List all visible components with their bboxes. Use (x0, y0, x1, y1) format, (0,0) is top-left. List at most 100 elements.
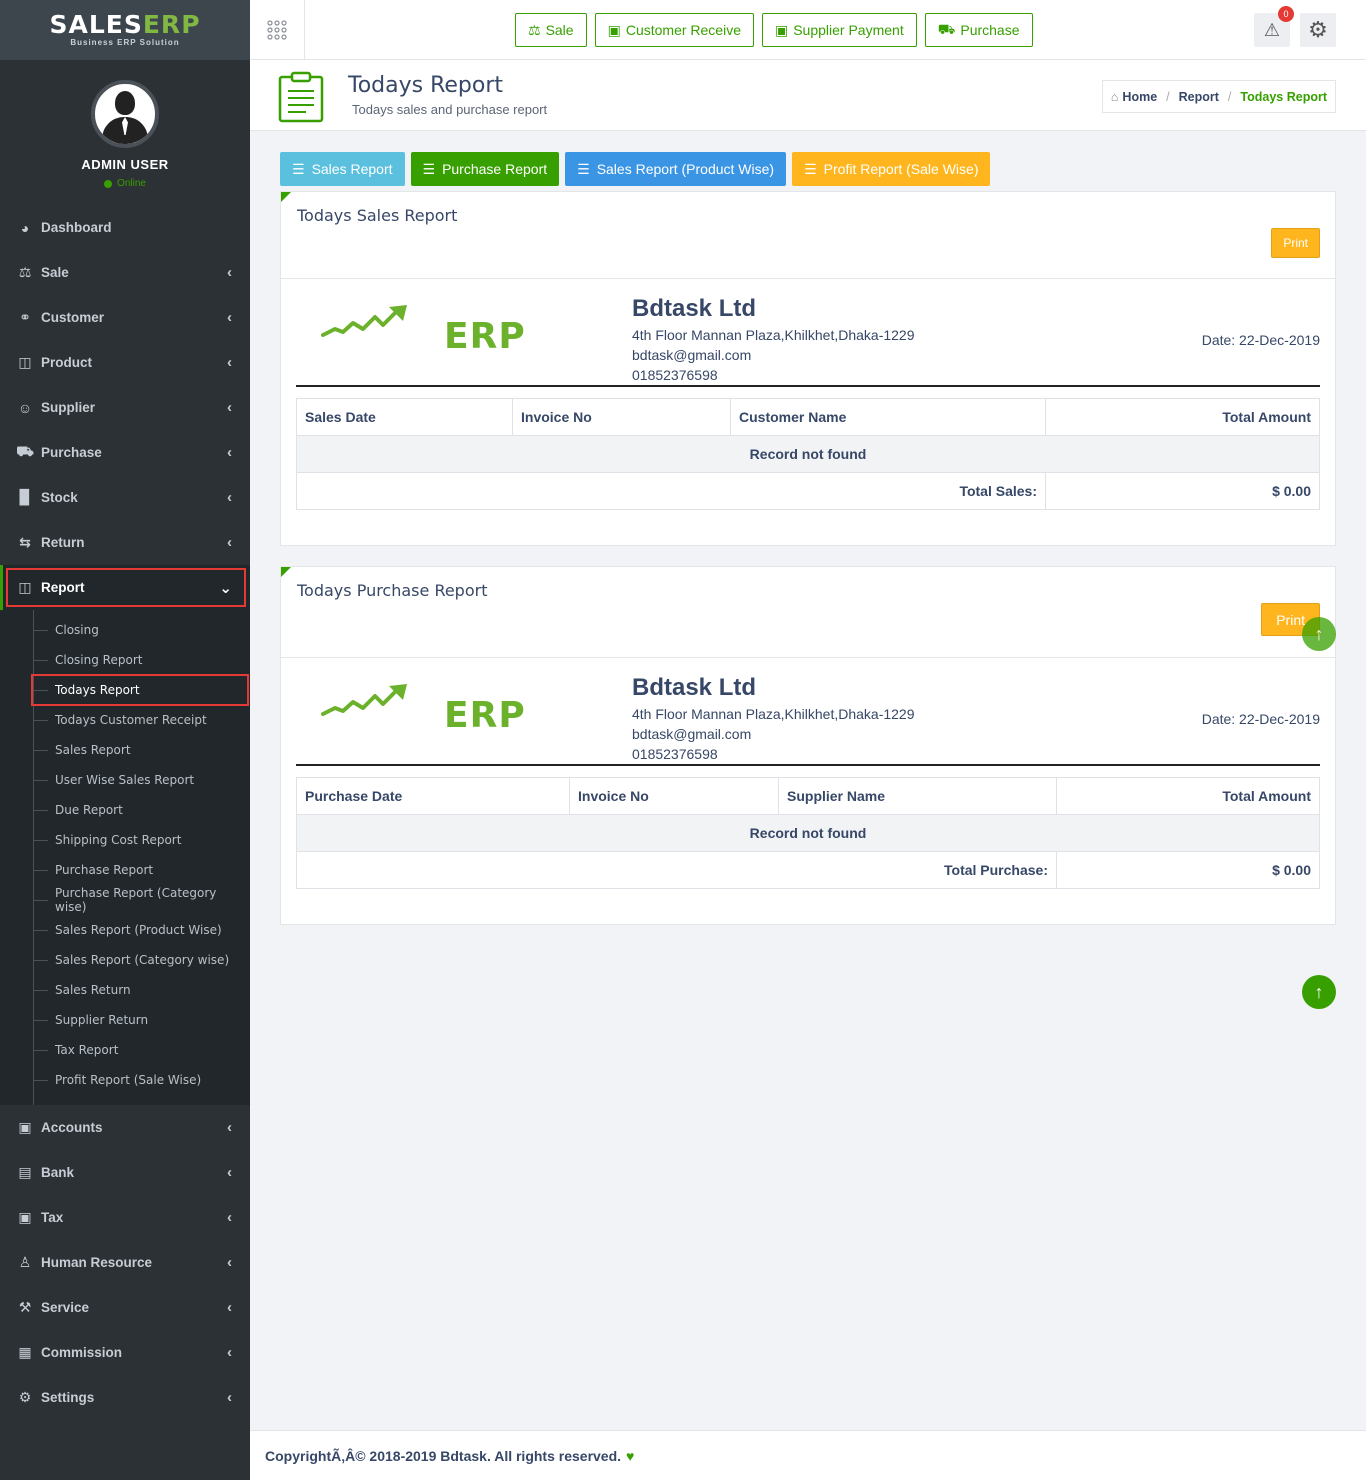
sidebar-item-bank[interactable]: ▤ Bank ‹ (0, 1150, 250, 1195)
company-logo: ERP (444, 695, 526, 736)
quick-supplier-payment-button[interactable]: ▣ Supplier Payment (761, 13, 917, 47)
sidebar-item-product[interactable]: ◫ Product ‹ (0, 340, 250, 385)
clipboard-icon (278, 71, 324, 123)
sidebar-item-purchase[interactable]: ⛟ Purchase ‹ (0, 430, 250, 475)
total-value: $ 0.00 (1045, 472, 1320, 510)
wrench-icon: ⚒ (18, 1299, 32, 1315)
table-total-row: Total Sales: $ 0.00 (296, 472, 1320, 510)
cart-icon: ⛟ (16, 443, 34, 459)
submenu-item-purchase-report-category[interactable]: Purchase Report (Category wise) (0, 885, 250, 915)
grid-icon: ▦ (18, 1344, 32, 1360)
company-header: ERP Bdtask Ltd 4th Floor Mannan Plaza,Kh… (296, 279, 1320, 387)
sidebar-item-stock[interactable]: ▉ Stock ‹ (0, 475, 250, 520)
chevron-left-icon: ‹ (227, 264, 232, 281)
sidebar-item-sale[interactable]: ⚖ Sale ‹ (0, 250, 250, 295)
profit-report-sale-wise-button[interactable]: ☰ Profit Report (Sale Wise) (792, 152, 991, 186)
sidebar-item-dashboard[interactable]: ◕ Dashboard (0, 205, 250, 250)
submenu-item-sales-report[interactable]: Sales Report (0, 735, 250, 765)
sales-report-button[interactable]: ☰ Sales Report (280, 152, 405, 186)
sidebar-toggle-grid-icon[interactable] (250, 0, 305, 60)
empty-message: Record not found (296, 435, 1320, 473)
sidebar-item-service[interactable]: ⚒ Service ‹ (0, 1285, 250, 1330)
submenu-item-profit-report[interactable]: Profit Report (Sale Wise) (0, 1065, 250, 1095)
sidebar-item-report[interactable]: ◫ Report ⌄ (0, 565, 250, 610)
submenu-item-closing-report[interactable]: Closing Report (0, 645, 250, 675)
sidebar-menu-lower: ▣ Accounts ‹ ▤ Bank ‹ ▣ Tax ‹ ♙ Human Resource ‹… (0, 1105, 250, 1420)
breadcrumb-report[interactable]: Report (1179, 90, 1219, 104)
bank-icon: ▤ (18, 1164, 32, 1180)
breadcrumb-home[interactable]: Home (1122, 90, 1157, 104)
chevron-left-icon: ‹ (227, 1344, 232, 1361)
table-total-row: Total Purchase: $ 0.00 (296, 851, 1320, 889)
money-icon: ▣ (18, 1209, 32, 1225)
company-email: bdtask@gmail.com (632, 347, 752, 363)
submenu-item-due-report[interactable]: Due Report (0, 795, 250, 825)
quick-customer-receive-button[interactable]: ▣ Customer Receive (594, 13, 754, 47)
settings-button[interactable]: ⚙ (1300, 13, 1336, 47)
list-icon: ☰ (804, 160, 817, 177)
submenu-item-sales-report-category[interactable]: Sales Report (Category wise) (0, 945, 250, 975)
company-header: ERP Bdtask Ltd 4th Floor Mannan Plaza,Kh… (296, 658, 1320, 766)
scroll-top-button[interactable]: ↑ (1302, 617, 1336, 651)
submenu-item-user-wise-sales-report[interactable]: User Wise Sales Report (0, 765, 250, 795)
sidebar-item-return[interactable]: ⇆ Return ‹ (0, 520, 250, 565)
todays-sales-panel: Todays Sales Report Print ERP Bdtask Ltd… (280, 191, 1336, 546)
chevron-left-icon: ‹ (227, 1389, 232, 1406)
sidebar-item-customer[interactable]: ⚭ Customer ‹ (0, 295, 250, 340)
page-header: Todays Report Todays sales and purchase … (250, 60, 1366, 131)
submenu-item-tax-report[interactable]: Tax Report (0, 1035, 250, 1065)
cart-icon: ⛟ (937, 20, 956, 37)
submenu-item-sales-return[interactable]: Sales Return (0, 975, 250, 1005)
sidebar-item-commission[interactable]: ▦ Commission ‹ (0, 1330, 250, 1375)
submenu-item-todays-customer-receipt[interactable]: Todays Customer Receipt (0, 705, 250, 735)
column-header: Customer Name (730, 398, 1046, 436)
chevron-left-icon: ‹ (227, 444, 232, 461)
submenu-item-shipping-cost-report[interactable]: Shipping Cost Report (0, 825, 250, 855)
notification-button[interactable]: ⚠ 0 (1254, 6, 1294, 47)
growth-chart-icon (321, 305, 407, 337)
todays-purchase-panel: Todays Purchase Report Print ERP Bdtask … (280, 566, 1336, 925)
gear-icon: ⚙ (18, 1389, 32, 1405)
quick-purchase-button[interactable]: ⛟ Purchase (924, 13, 1033, 47)
arrow-up-icon: ↑ (1314, 623, 1324, 644)
chevron-left-icon: ‹ (227, 1164, 232, 1181)
logo-text: SALESERP (49, 10, 201, 39)
dashboard-icon: ◕ (20, 219, 30, 236)
sidebar-item-tax[interactable]: ▣ Tax ‹ (0, 1195, 250, 1240)
heart-icon: ♥ (626, 1447, 635, 1464)
sidebar-item-human-resource[interactable]: ♙ Human Resource ‹ (0, 1240, 250, 1285)
user-icon: ☺ (17, 399, 33, 416)
user-panel: ADMIN USER Online (0, 60, 250, 205)
submenu-item-purchase-report[interactable]: Purchase Report (0, 855, 250, 885)
submenu-item-supplier-return[interactable]: Supplier Return (0, 1005, 250, 1035)
money-icon: ▣ (607, 21, 621, 38)
panel-title: Todays Sales Report (297, 206, 458, 225)
table-header-row: Purchase Date Invoice No Supplier Name T… (296, 777, 1320, 815)
sales-report-product-wise-button[interactable]: ☰ Sales Report (Product Wise) (565, 152, 787, 186)
copyright-text: CopyrightÃ‚Â© 2018-2019 Bdtask. All righ… (265, 1447, 622, 1464)
print-button[interactable]: Print (1271, 228, 1320, 258)
purchase-report-button[interactable]: ☰ Purchase Report (410, 152, 560, 186)
company-address: 4th Floor Mannan Plaza,Khilkhet,Dhaka-12… (632, 706, 915, 722)
bar-chart-icon: ▉ (19, 489, 31, 505)
sidebar-item-supplier[interactable]: ☺ Supplier ‹ (0, 385, 250, 430)
quick-sale-button[interactable]: ⚖ Sale (515, 13, 587, 47)
sidebar-item-settings[interactable]: ⚙ Settings ‹ (0, 1375, 250, 1420)
column-header: Supplier Name (778, 777, 1057, 815)
company-name: Bdtask Ltd (632, 674, 757, 701)
gear-icon: ⚙ (1308, 17, 1328, 42)
submenu-item-closing[interactable]: Closing (0, 615, 250, 645)
brand-logo[interactable]: SALESERP Business ERP Solution (0, 0, 250, 60)
sidebar-item-accounts[interactable]: ▣ Accounts ‹ (0, 1105, 250, 1150)
scroll-top-button[interactable]: ↑ (1302, 975, 1336, 1009)
company-name: Bdtask Ltd (632, 295, 757, 322)
submenu-item-sales-report-product[interactable]: Sales Report (Product Wise) (0, 915, 250, 945)
chevron-left-icon: ‹ (227, 309, 232, 326)
purchase-table: Purchase Date Invoice No Supplier Name T… (296, 777, 1320, 889)
user-name: ADMIN USER (81, 157, 169, 172)
topbar: ⚖ Sale ▣ Customer Receive ▣ Supplier Paymen… (250, 0, 1366, 60)
chevron-left-icon: ‹ (227, 1119, 232, 1136)
chevron-left-icon: ‹ (227, 1299, 232, 1316)
submenu-item-todays-report[interactable]: Todays Report (0, 674, 250, 706)
chevron-left-icon: ‹ (227, 354, 232, 371)
